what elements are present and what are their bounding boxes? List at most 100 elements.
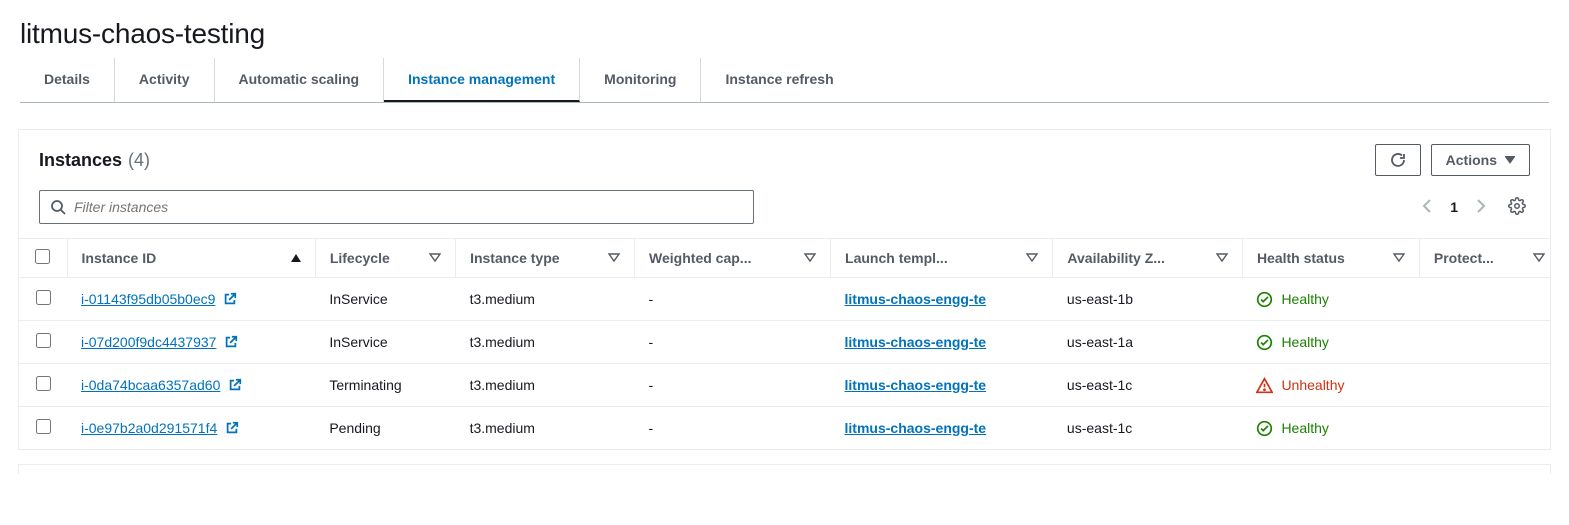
tab-activity[interactable]: Activity (115, 58, 215, 102)
col-protected-label: Protect... (1434, 250, 1494, 266)
settings-button[interactable] (1504, 193, 1530, 222)
instances-table: Instance ID Lifecycle Instance type (19, 238, 1550, 449)
cell-weighted-capacity: - (635, 278, 831, 321)
cell-protected (1419, 278, 1550, 321)
launch-template-link[interactable]: litmus-chaos-engg-te (845, 334, 987, 350)
health-status-text: Healthy (1281, 420, 1328, 436)
filter-icon (608, 252, 620, 264)
cell-instance-type: t3.medium (456, 321, 635, 364)
table-row: i-0e97b2a0d291571f4 Pendingt3.medium-litm… (19, 407, 1550, 450)
select-all-checkbox[interactable] (35, 249, 50, 264)
filter-icon (1026, 252, 1038, 264)
cell-protected (1419, 321, 1550, 364)
table-row: i-01143f95db05b0ec9 InServicet3.medium-li… (19, 278, 1550, 321)
search-icon (50, 199, 66, 215)
external-link-icon (225, 421, 239, 435)
search-input[interactable] (74, 199, 743, 215)
page-title: litmus-chaos-testing (0, 0, 1569, 58)
launch-template-link[interactable]: litmus-chaos-engg-te (845, 377, 987, 393)
col-availability-zone[interactable]: Availability Z... (1053, 239, 1243, 278)
cell-availability-zone: us-east-1c (1053, 407, 1243, 450)
col-protected[interactable]: Protect... (1419, 239, 1550, 278)
panel-count: (4) (128, 150, 150, 171)
cell-lifecycle: InService (315, 278, 455, 321)
col-instance-type[interactable]: Instance type (456, 239, 635, 278)
caret-down-icon (1505, 156, 1515, 164)
launch-template-link[interactable]: litmus-chaos-engg-te (845, 420, 987, 436)
sort-ascending-icon (291, 254, 301, 262)
status-ok-icon (1256, 334, 1273, 351)
cell-instance-type: t3.medium (456, 278, 635, 321)
col-instance-id-label: Instance ID (82, 250, 157, 266)
instance-id-link[interactable]: i-01143f95db05b0ec9 (81, 291, 215, 307)
tab-bar: DetailsActivityAutomatic scalingInstance… (20, 58, 1549, 103)
row-checkbox[interactable] (36, 419, 51, 434)
cell-availability-zone: us-east-1c (1053, 364, 1243, 407)
filter-icon (1393, 252, 1405, 264)
actions-button[interactable]: Actions (1431, 144, 1530, 176)
col-weighted-capacity[interactable]: Weighted cap... (635, 239, 831, 278)
cell-protected (1419, 364, 1550, 407)
instance-id-link[interactable]: i-07d200f9dc4437937 (81, 334, 216, 350)
cell-instance-type: t3.medium (456, 407, 635, 450)
col-instance-id[interactable]: Instance ID (67, 239, 315, 278)
page-prev-button[interactable] (1420, 197, 1434, 218)
cell-weighted-capacity: - (635, 407, 831, 450)
instances-panel: Instances (4) Actions (18, 129, 1551, 450)
filter-icon (1216, 252, 1228, 264)
row-checkbox[interactable] (36, 376, 51, 391)
col-health-status-label: Health status (1257, 250, 1345, 266)
tab-refresh[interactable]: Instance refresh (701, 58, 857, 102)
cell-weighted-capacity: - (635, 364, 831, 407)
health-status-text: Unhealthy (1281, 377, 1344, 393)
cell-weighted-capacity: - (635, 321, 831, 364)
external-link-icon (224, 335, 238, 349)
col-instance-type-label: Instance type (470, 250, 559, 266)
col-weighted-capacity-label: Weighted cap... (649, 250, 751, 266)
cell-lifecycle: Pending (315, 407, 455, 450)
col-lifecycle-label: Lifecycle (330, 250, 390, 266)
row-checkbox[interactable] (36, 333, 51, 348)
instance-id-link[interactable]: i-0da74bcaa6357ad60 (81, 377, 220, 393)
tab-scaling[interactable]: Automatic scaling (215, 58, 385, 102)
table-row: i-0da74bcaa6357ad60 Terminatingt3.medium-… (19, 364, 1550, 407)
cell-protected (1419, 407, 1550, 450)
table-row: i-07d200f9dc4437937 InServicet3.medium-li… (19, 321, 1550, 364)
panel-title: Instances (39, 150, 122, 171)
table-scroll[interactable]: Instance ID Lifecycle Instance type (19, 238, 1550, 449)
external-link-icon (228, 378, 242, 392)
filter-icon (804, 252, 816, 264)
external-link-icon (223, 292, 237, 306)
tab-monitoring[interactable]: Monitoring (580, 58, 701, 102)
refresh-button[interactable] (1375, 144, 1421, 176)
cell-instance-type: t3.medium (456, 364, 635, 407)
row-checkbox[interactable] (36, 290, 51, 305)
cell-lifecycle: InService (315, 321, 455, 364)
cell-availability-zone: us-east-1a (1053, 321, 1243, 364)
health-status-text: Healthy (1281, 291, 1328, 307)
gear-icon (1508, 197, 1526, 215)
tab-instances[interactable]: Instance management (384, 58, 580, 102)
instance-id-link[interactable]: i-0e97b2a0d291571f4 (81, 420, 217, 436)
page-next-button[interactable] (1474, 197, 1488, 218)
refresh-icon (1390, 152, 1406, 168)
cell-lifecycle: Terminating (315, 364, 455, 407)
health-status-text: Healthy (1281, 334, 1328, 350)
filter-icon (1533, 252, 1545, 264)
page-number: 1 (1450, 199, 1458, 215)
paginator: 1 (1420, 193, 1530, 222)
tab-details[interactable]: Details (20, 58, 115, 102)
status-warning-icon (1256, 377, 1273, 394)
status-ok-icon (1256, 420, 1273, 437)
col-health-status[interactable]: Health status (1242, 239, 1419, 278)
status-ok-icon (1256, 291, 1273, 308)
search-input-wrap[interactable] (39, 190, 754, 224)
actions-button-label: Actions (1446, 152, 1497, 168)
filter-icon (429, 252, 441, 264)
col-lifecycle[interactable]: Lifecycle (315, 239, 455, 278)
col-launch-template[interactable]: Launch templ... (831, 239, 1053, 278)
col-launch-template-label: Launch templ... (845, 250, 948, 266)
next-panel-top (18, 464, 1551, 474)
cell-availability-zone: us-east-1b (1053, 278, 1243, 321)
launch-template-link[interactable]: litmus-chaos-engg-te (845, 291, 987, 307)
